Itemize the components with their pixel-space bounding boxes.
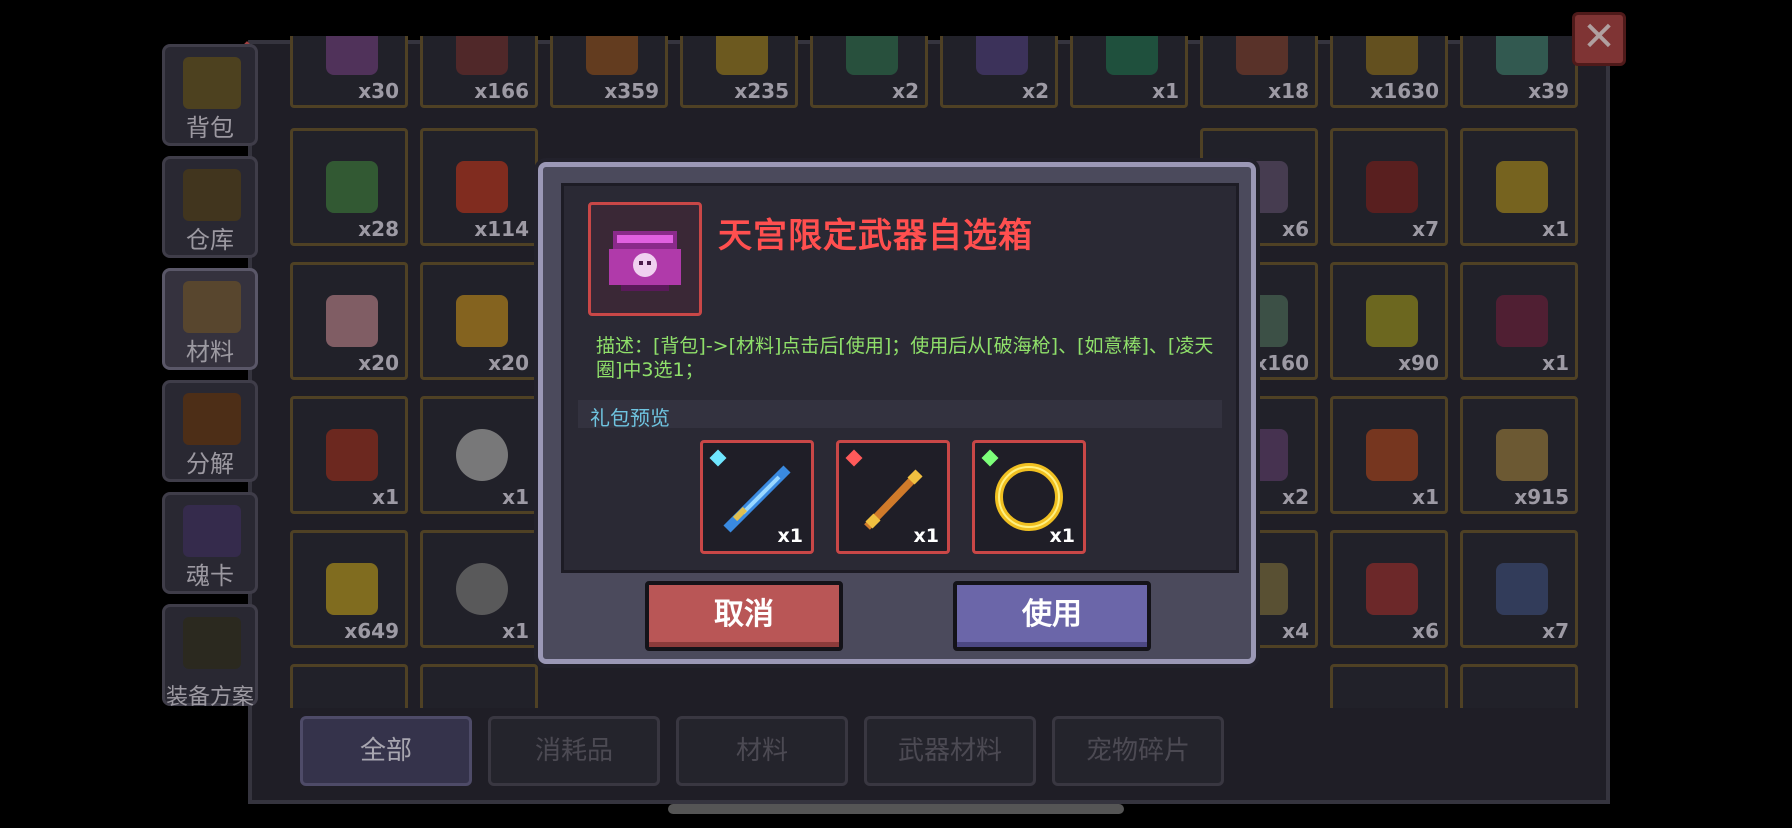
treasure-chest-icon <box>609 231 681 291</box>
reward-slot[interactable]: x1 <box>972 440 1086 554</box>
reward-quantity: x1 <box>1049 525 1075 547</box>
reward-slot[interactable]: x1 <box>836 440 950 554</box>
item-title: 天宫限定武器自选箱 <box>718 216 1033 256</box>
reward-slot[interactable]: x1 <box>700 440 814 554</box>
preview-label: 礼包预览 <box>590 406 670 430</box>
item-detail-dialog: 天宫限定武器自选箱 描述：[背包]->[材料]点击后[使用]；使用后从[破海枪]… <box>538 162 1256 664</box>
reward-quantity: x1 <box>913 525 939 547</box>
use-button[interactable]: 使用 <box>953 581 1151 651</box>
preview-header: 礼包预览 <box>578 400 1222 430</box>
home-indicator <box>668 804 1124 814</box>
item-icon-frame <box>588 202 702 316</box>
reward-quantity: x1 <box>777 525 803 547</box>
cancel-button[interactable]: 取消 <box>645 581 843 651</box>
dialog-content: 天宫限定武器自选箱 描述：[背包]->[材料]点击后[使用]；使用后从[破海枪]… <box>561 183 1239 573</box>
item-description: 描述：[背包]->[材料]点击后[使用]；使用后从[破海枪]、[如意棒]、[凌天… <box>596 335 1214 381</box>
